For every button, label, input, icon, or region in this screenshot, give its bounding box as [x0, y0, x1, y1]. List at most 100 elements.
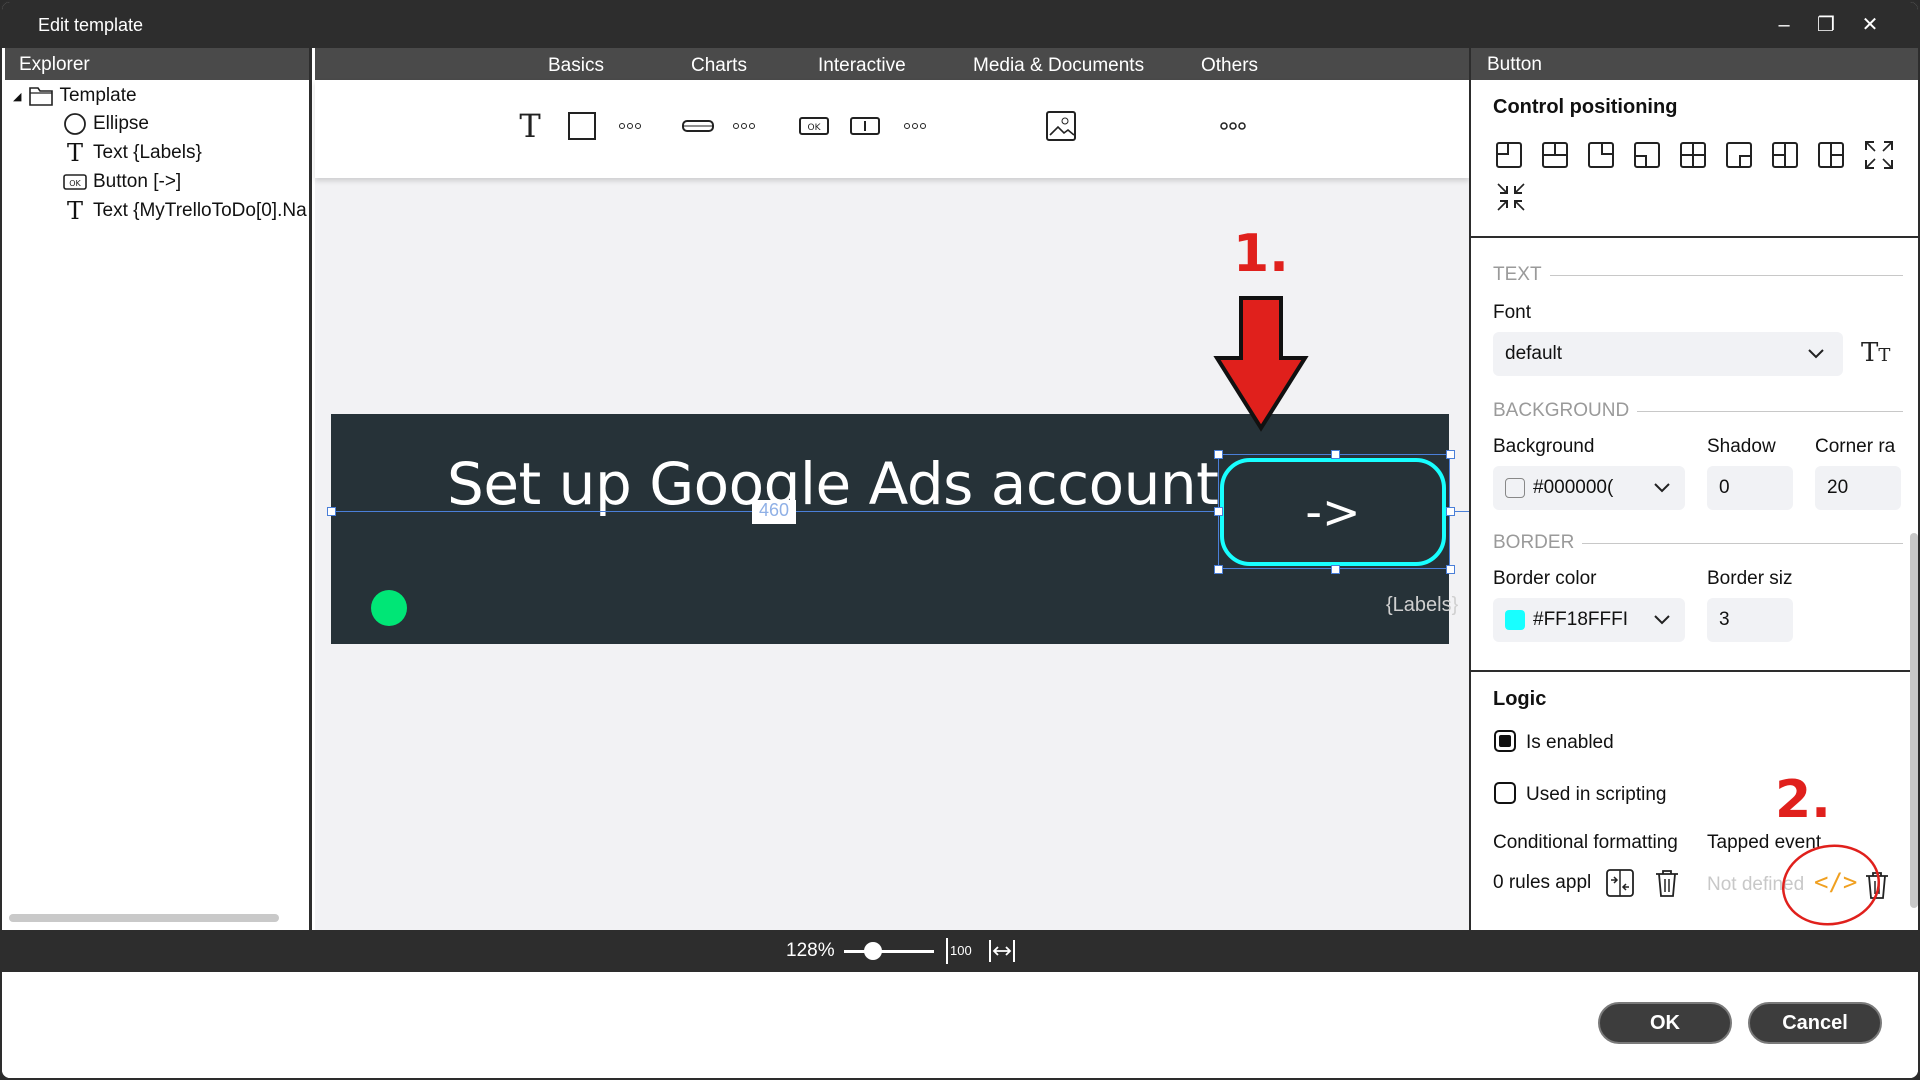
position-bottom-right-icon[interactable] [1726, 142, 1752, 168]
tree-item-label: Template [59, 85, 137, 106]
properties-panel: Button Control positioning TEXT Font def… [1469, 48, 1918, 930]
tab-interactive[interactable]: Interactive [818, 55, 906, 77]
explorer-horizontal-scrollbar[interactable] [9, 914, 279, 922]
explorer-header: Explorer [5, 48, 309, 80]
guide-handle-left[interactable] [327, 507, 336, 516]
chevron-down-icon [1654, 483, 1670, 493]
rectangle-tool-icon[interactable] [567, 110, 597, 142]
background-label: Background [1493, 436, 1595, 457]
expand-icon[interactable] [1864, 140, 1894, 170]
zoom-reset-label: 100 [950, 943, 972, 958]
tree-item-label: Text {MyTrelloToDo[0].Na [93, 200, 307, 221]
text-size-icon[interactable]: TT [1861, 338, 1890, 368]
collapse-icon[interactable] [1496, 182, 1526, 212]
zoom-slider-thumb[interactable] [864, 942, 882, 960]
background-category-label: BACKGROUND [1493, 400, 1630, 421]
edit-template-window: Edit template – ❐ ✕ Explorer ◢ Template … [0, 0, 1920, 1080]
font-select[interactable]: default [1493, 332, 1843, 376]
button-tool-icon[interactable]: OK [798, 110, 830, 142]
font-select-value: default [1505, 343, 1563, 364]
tab-media-documents[interactable]: Media & Documents [973, 55, 1144, 77]
red-circle-highlight [1781, 844, 1881, 926]
ellipse-icon [63, 112, 87, 136]
border-color-select[interactable]: #FF18FFFI [1493, 598, 1685, 642]
input-tool-icon[interactable] [849, 110, 881, 142]
image-tool-icon[interactable] [1045, 110, 1077, 142]
width-dimension-tag: 460 [752, 500, 796, 524]
ok-button[interactable]: OK [1598, 1002, 1732, 1044]
position-top-right-icon[interactable] [1588, 142, 1614, 168]
close-icon[interactable]: ✕ [1850, 10, 1890, 40]
shadow-value: 0 [1719, 477, 1730, 498]
tree-item-text-labels[interactable]: T Text {Labels} [63, 139, 202, 167]
more-others-icon[interactable] [1218, 110, 1248, 142]
properties-vertical-scrollbar[interactable] [1910, 533, 1918, 908]
edit-rules-icon[interactable] [1605, 868, 1635, 898]
restore-icon[interactable]: ❐ [1806, 10, 1846, 40]
collapse-triangle-icon[interactable]: ◢ [13, 90, 21, 103]
border-color-value: #FF18FFFI [1533, 609, 1629, 630]
shadow-label: Shadow [1707, 436, 1776, 457]
resize-handle-ml[interactable] [1214, 507, 1223, 516]
labels-text[interactable]: {Labels} [1386, 594, 1458, 617]
fit-width-icon[interactable] [988, 938, 1016, 964]
chevron-down-icon [1808, 349, 1824, 359]
text-tool-icon[interactable]: T [515, 107, 545, 145]
position-left-right-icon[interactable] [1772, 142, 1798, 168]
resize-handle-tl[interactable] [1214, 450, 1223, 459]
svg-text:OK: OK [808, 123, 822, 133]
position-top-center-icon[interactable] [1542, 142, 1568, 168]
position-center-icon[interactable] [1680, 142, 1706, 168]
annotation-step-2: 2. [1775, 770, 1831, 830]
text-category: TEXT [1493, 264, 1903, 286]
resize-handle-mr[interactable] [1446, 507, 1455, 516]
used-in-scripting-label: Used in scripting [1526, 784, 1667, 805]
tree-item-label: Ellipse [93, 113, 149, 134]
item-title-text[interactable]: Set up Google Ads account [447, 450, 1219, 518]
resize-handle-tr[interactable] [1446, 450, 1455, 459]
border-category: BORDER [1493, 532, 1903, 554]
status-ellipse[interactable] [371, 590, 407, 626]
minimize-icon[interactable]: – [1764, 10, 1804, 40]
cancel-button[interactable]: Cancel [1748, 1002, 1882, 1044]
zoom-slider-track[interactable] [844, 950, 934, 953]
resize-handle-bc[interactable] [1331, 565, 1340, 574]
section-divider [1471, 670, 1918, 672]
tab-charts[interactable]: Charts [691, 55, 747, 77]
tree-item-template[interactable]: ◢ Template [13, 82, 137, 110]
more-basics-icon[interactable] [615, 110, 645, 142]
position-stretch-vertical-icon[interactable] [1818, 142, 1844, 168]
used-in-scripting-checkbox[interactable] [1494, 782, 1516, 804]
tab-others[interactable]: Others [1201, 55, 1258, 77]
conditional-formatting-label: Conditional formatting [1493, 832, 1678, 853]
zoom-100-icon[interactable]: 100 [946, 938, 974, 964]
tree-item-label: Button [->] [93, 171, 182, 192]
resize-handle-br[interactable] [1446, 565, 1455, 574]
corner-radius-input[interactable]: 20 [1815, 466, 1901, 510]
conditional-formatting-value: 0 rules appl [1493, 872, 1592, 893]
border-size-input[interactable]: 3 [1707, 598, 1793, 642]
tree-item-ellipse[interactable]: Ellipse [63, 110, 149, 138]
delete-rules-icon[interactable] [1653, 868, 1681, 898]
corner-radius-value: 20 [1827, 477, 1849, 498]
logic-title: Logic [1493, 688, 1547, 710]
position-bottom-left-icon[interactable] [1634, 142, 1660, 168]
color-swatch-icon [1505, 610, 1525, 630]
resize-handle-tc[interactable] [1331, 450, 1340, 459]
tab-basics[interactable]: Basics [548, 55, 604, 77]
chart-bar-tool-icon[interactable] [681, 110, 715, 142]
control-positioning-title: Control positioning [1493, 96, 1678, 118]
border-category-label: BORDER [1493, 532, 1575, 553]
zoom-value: 128% [786, 940, 835, 961]
is-enabled-checkbox[interactable] [1494, 730, 1516, 752]
tree-item-button[interactable]: OK Button [->] [63, 168, 181, 196]
resize-handle-bl[interactable] [1214, 565, 1223, 574]
tree-item-text-trello[interactable]: T Text {MyTrelloToDo[0].Na [63, 197, 307, 225]
background-color-select[interactable]: #000000( [1493, 466, 1685, 510]
more-charts-icon[interactable] [729, 110, 759, 142]
svg-text:OK: OK [69, 179, 81, 188]
position-top-left-icon[interactable] [1496, 142, 1522, 168]
red-down-arrow-icon [1213, 296, 1309, 432]
more-interactive-icon[interactable] [900, 110, 930, 142]
shadow-input[interactable]: 0 [1707, 466, 1793, 510]
